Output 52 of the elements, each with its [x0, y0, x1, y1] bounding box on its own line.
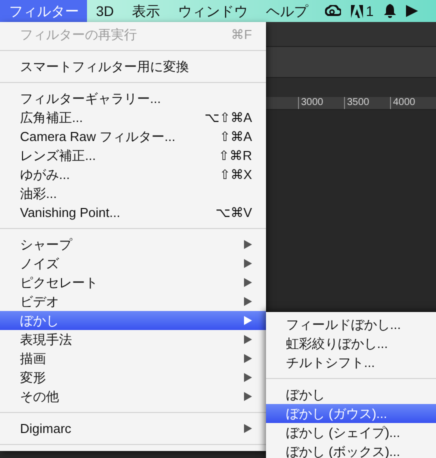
submenu-arrow-icon	[244, 278, 252, 287]
menu-item[interactable]: Digimarc	[0, 419, 266, 438]
shortcut-text: ⇧⌘X	[219, 166, 252, 184]
menu-item[interactable]: チルトシフト...	[266, 353, 436, 372]
menu-item[interactable]: ノイズ	[0, 254, 266, 273]
submenu-arrow-icon	[244, 424, 252, 433]
ruler-label: 4000	[390, 97, 436, 109]
menu-item[interactable]: ぼかし	[266, 385, 436, 404]
menu-bar-item[interactable]: ヘルプ	[256, 0, 317, 22]
submenu-arrow-icon	[244, 316, 252, 325]
ruler-label: 3500	[344, 97, 390, 109]
menu-bar-item[interactable]: フィルター	[0, 0, 87, 22]
menu-item[interactable]: ビデオ	[0, 292, 266, 311]
menu-item[interactable]: ゆがみ... ⇧⌘X	[0, 165, 266, 184]
shortcut-text: ⌥⌘V	[215, 204, 252, 222]
menu-item[interactable]: レンズ補正... ⇧⌘R	[0, 146, 266, 165]
menu-item[interactable]: ぼかし (シェイプ)...	[266, 423, 436, 442]
menu-item[interactable]: 虹彩絞りぼかし...	[266, 334, 436, 353]
submenu-arrow-icon	[244, 240, 252, 249]
submenu-arrow-icon	[244, 297, 252, 306]
submenu-arrow-icon	[244, 354, 252, 363]
shortcut-text: ⇧⌘A	[219, 128, 252, 146]
menu-item[interactable]: 変形	[0, 368, 266, 387]
shortcut-text: ⇧⌘R	[218, 146, 252, 165]
menu-item[interactable]: フィールドぼかし...	[266, 315, 436, 334]
menu-item[interactable]: ピクセレート	[0, 273, 266, 292]
menu-bar-item[interactable]: 表示	[122, 0, 169, 22]
submenu-arrow-icon	[244, 259, 252, 268]
menu-item[interactable]: Vanishing Point... ⌥⌘V	[0, 203, 266, 222]
menu-item[interactable]: 広角補正... ⌥⇧⌘A	[0, 108, 266, 127]
menu-item[interactable]: ぼかし	[0, 311, 266, 330]
bell-icon[interactable]	[384, 4, 396, 18]
notification-count: 1	[366, 2, 374, 20]
menu-item[interactable]: 表現手法	[0, 330, 266, 349]
submenu-arrow-icon	[244, 335, 252, 344]
submenu-arrow-icon	[244, 392, 252, 401]
menu-bar-item[interactable]: 3D	[87, 0, 123, 22]
menu-item[interactable]: 油彩...	[0, 184, 266, 203]
menu-item[interactable]: フィルターギャラリー...	[0, 89, 266, 108]
menu-item[interactable]: シャープ	[0, 235, 266, 254]
menu-bar-item[interactable]: ウィンドウ	[168, 0, 257, 22]
menu-item[interactable]: スマートフィルター用に変換	[0, 57, 266, 76]
submenu-arrow-icon	[244, 373, 252, 382]
menu-item[interactable]: ぼかし (ガウス)...	[266, 404, 436, 423]
menu-item[interactable]: その他	[0, 387, 266, 406]
menu-item[interactable]: Camera Raw フィルター... ⇧⌘A	[0, 127, 266, 146]
creative-cloud-icon	[324, 5, 341, 17]
shortcut-text: ⌘F	[231, 26, 252, 44]
ruler-label: 3000	[298, 97, 344, 109]
menu-item[interactable]: 描画	[0, 349, 266, 368]
shortcut-text: ⌥⇧⌘A	[204, 108, 252, 127]
adobe-icon	[350, 4, 363, 18]
